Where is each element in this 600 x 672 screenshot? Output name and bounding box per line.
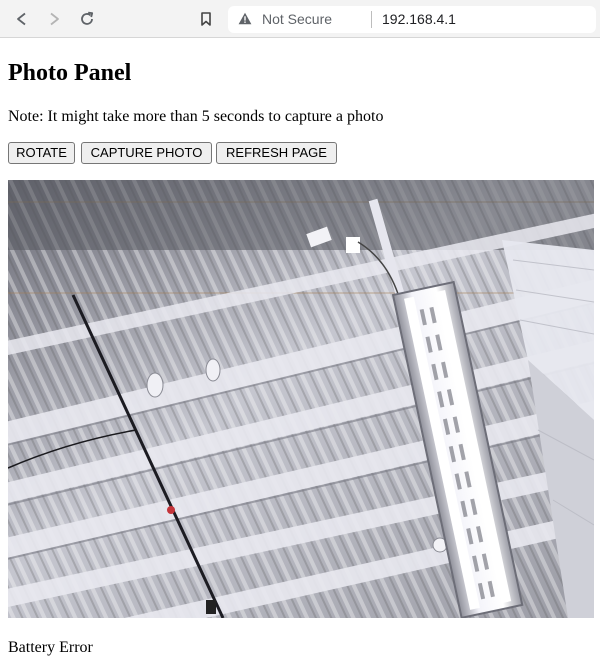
forward-arrow-icon[interactable] xyxy=(44,9,64,29)
refresh-page-button[interactable]: REFRESH PAGE xyxy=(216,142,337,164)
reload-icon[interactable] xyxy=(77,9,97,29)
security-label[interactable]: Not Secure xyxy=(262,11,332,27)
camera-photo xyxy=(8,180,594,618)
rotate-button[interactable]: ROTATE xyxy=(8,142,75,164)
warning-triangle-icon[interactable] xyxy=(238,12,252,28)
capture-photo-button[interactable]: CAPTURE PHOTO xyxy=(81,142,212,164)
page-title: Photo Panel xyxy=(8,60,132,86)
address-divider xyxy=(371,11,372,28)
address-bar[interactable]: Not Secure 192.168.4.1 xyxy=(228,6,596,33)
browser-toolbar: Not Secure 192.168.4.1 xyxy=(0,0,600,38)
back-arrow-icon[interactable] xyxy=(12,9,32,29)
bookmark-icon[interactable] xyxy=(196,9,216,29)
battery-status: Battery Error xyxy=(8,639,93,656)
capture-note: Note: It might take more than 5 seconds … xyxy=(8,108,384,125)
url-text[interactable]: 192.168.4.1 xyxy=(382,11,456,27)
